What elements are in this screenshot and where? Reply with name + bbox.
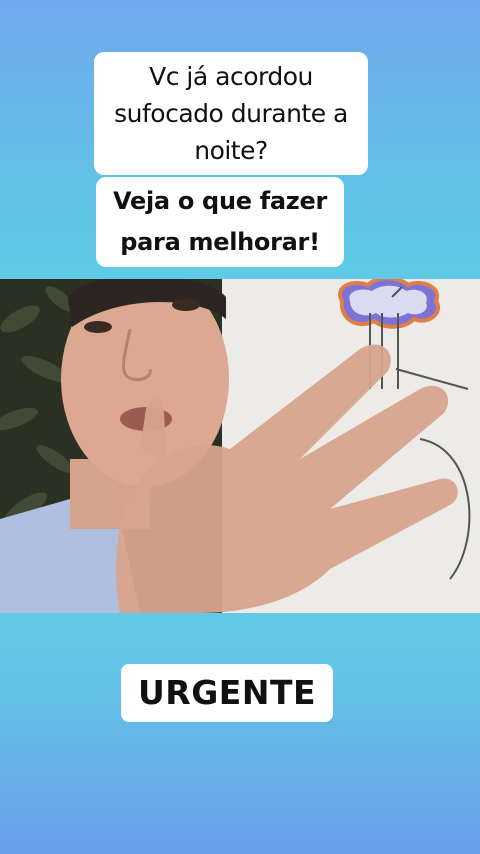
video-frame[interactable] <box>0 279 480 613</box>
caption-question-line-1: Vc já acordou <box>149 62 313 91</box>
caption-urgent: URGENTE <box>121 664 333 722</box>
caption-question-line-2: sufocado durante a <box>114 99 348 128</box>
caption-cta: Veja o que fazer para melhorar! <box>96 177 344 267</box>
video-scene <box>0 279 480 613</box>
caption-question: Vc já acordou sufocado durante a noite? <box>94 52 368 175</box>
right-eye <box>172 299 200 311</box>
caption-question-line-3: noite? <box>194 136 268 165</box>
drawing-cloud-inner <box>349 285 427 318</box>
caption-cta-line-1: Veja o que fazer <box>113 187 327 215</box>
left-eye <box>84 321 112 333</box>
caption-cta-line-2: para melhorar! <box>120 228 320 256</box>
